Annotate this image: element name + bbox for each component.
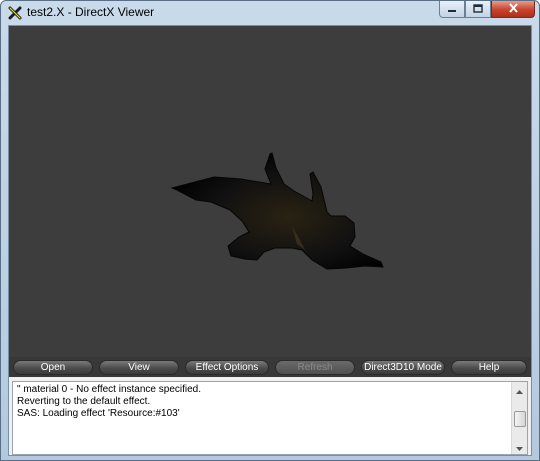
- maximize-icon: [473, 1, 483, 18]
- help-button[interactable]: Help: [451, 360, 527, 375]
- window-title: test2.X - DirectX Viewer: [27, 5, 155, 19]
- vertical-scrollbar[interactable]: [511, 382, 527, 454]
- toolbar: Open View Effect Options Refresh Direct3…: [9, 357, 531, 377]
- direct3d10-mode-button[interactable]: Direct3D10 Mode: [361, 360, 445, 375]
- close-button[interactable]: [491, 1, 535, 18]
- effect-options-button[interactable]: Effect Options: [185, 360, 269, 375]
- scroll-down-button[interactable]: [512, 439, 527, 454]
- model-silhouette: [170, 152, 384, 270]
- chevron-up-icon: [516, 381, 523, 399]
- open-button[interactable]: Open: [13, 360, 93, 375]
- directx-x-icon: [8, 6, 22, 20]
- log-line: " material 0 - No effect instance specif…: [17, 384, 202, 395]
- view-button[interactable]: View: [99, 360, 179, 375]
- app-window: test2.X - DirectX Viewer Open View Effec…: [0, 0, 540, 461]
- close-icon: [508, 1, 519, 18]
- title-bar[interactable]: test2.X - DirectX Viewer: [1, 1, 539, 25]
- output-log[interactable]: " material 0 - No effect instance specif…: [12, 381, 528, 455]
- window-controls: [439, 1, 535, 19]
- log-line: SAS: Loading effect 'Resource:#103': [17, 408, 180, 419]
- minimize-button[interactable]: [439, 1, 465, 18]
- chevron-down-icon: [516, 438, 523, 456]
- render-viewport[interactable]: [9, 26, 531, 357]
- scroll-up-button[interactable]: [512, 382, 527, 397]
- scrollbar-thumb[interactable]: [514, 411, 526, 427]
- minimize-icon: [447, 1, 457, 18]
- log-text: " material 0 - No effect instance specif…: [17, 384, 507, 420]
- log-line: Reverting to the default effect.: [17, 396, 151, 407]
- refresh-button[interactable]: Refresh: [275, 360, 355, 375]
- maximize-button[interactable]: [465, 1, 491, 18]
- client-area: Open View Effect Options Refresh Direct3…: [8, 25, 532, 456]
